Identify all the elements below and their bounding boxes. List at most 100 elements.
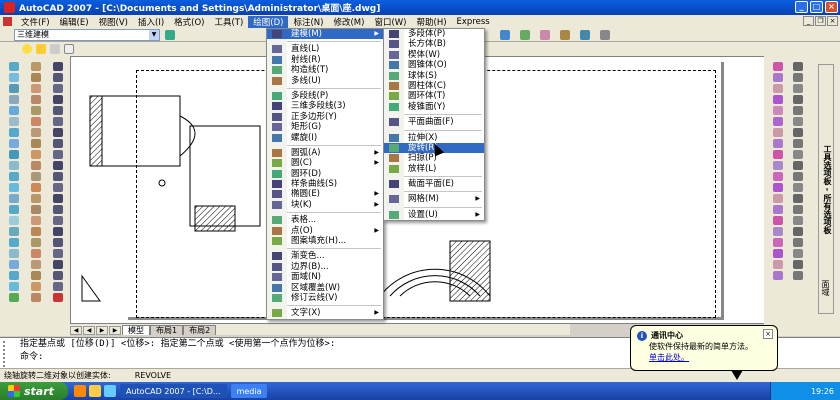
tab-layout2[interactable]: 布局2 (183, 325, 217, 335)
palette-tool-icon[interactable] (793, 161, 803, 170)
solid-icon[interactable] (773, 271, 783, 280)
view-icon[interactable] (9, 194, 19, 203)
solid-icon[interactable] (773, 62, 783, 71)
menu-draw[interactable]: 绘图(D) (248, 15, 289, 28)
palette-tool-icon[interactable] (793, 139, 803, 148)
modify-icon[interactable] (31, 84, 41, 93)
view-icon[interactable] (9, 271, 19, 280)
layer-color-icon[interactable] (64, 44, 74, 54)
draw-menu-item[interactable]: 多线(U) (267, 76, 383, 86)
draw-menu-item[interactable]: 构造线(T) (267, 65, 383, 75)
draw-icon[interactable] (53, 205, 63, 214)
modeling-submenu-item[interactable]: 拉伸(X) (384, 133, 484, 143)
doc-restore-button[interactable]: ❐ (815, 16, 826, 26)
draw-icon[interactable] (53, 260, 63, 269)
autocad-app-icon[interactable] (4, 2, 15, 13)
solid-icon[interactable] (773, 139, 783, 148)
view-icon[interactable] (9, 128, 19, 137)
palette-tool-icon[interactable] (793, 117, 803, 126)
view-icon[interactable] (9, 139, 19, 148)
draw-icon[interactable] (53, 293, 63, 302)
draw-icon[interactable] (53, 161, 63, 170)
palette-tool-icon[interactable] (793, 205, 803, 214)
modeling-submenu-item[interactable]: 设置(U) ▶ (384, 210, 484, 220)
modify-icon[interactable] (31, 238, 41, 247)
browser-icon[interactable] (74, 385, 86, 397)
modeling-submenu-item[interactable]: 圆锥体(O) (384, 60, 484, 70)
menu-window[interactable]: 窗口(W) (369, 16, 411, 28)
palette-tool-icon[interactable] (793, 106, 803, 115)
draw-icon[interactable] (53, 117, 63, 126)
draw-icon[interactable] (53, 249, 63, 258)
chevron-down-icon[interactable]: ▼ (149, 30, 159, 40)
menu-modify[interactable]: 修改(M) (328, 16, 369, 28)
draw-icon[interactable] (53, 238, 63, 247)
draw-menu-item[interactable]: 修订云线(V) (267, 293, 383, 303)
draw-menu-item[interactable]: 文字(X) ▶ (267, 308, 383, 318)
modeling-submenu-item[interactable]: 截面平面(E) (384, 179, 484, 189)
solid-icon[interactable] (773, 84, 783, 93)
modify-icon[interactable] (31, 117, 41, 126)
modify-icon[interactable] (31, 139, 41, 148)
draw-menu-item[interactable]: 块(K) ▶ (267, 200, 383, 210)
view-icon[interactable] (9, 293, 19, 302)
solid-icon[interactable] (773, 95, 783, 104)
palette-tool-icon[interactable] (793, 95, 803, 104)
modify-icon[interactable] (31, 282, 41, 291)
view-icon[interactable] (9, 73, 19, 82)
palette-tool-icon[interactable] (793, 183, 803, 192)
draw-menu-item[interactable]: 面域(N) (267, 272, 383, 282)
solid-icon[interactable] (773, 73, 783, 82)
view-icon[interactable] (9, 117, 19, 126)
modeling-submenu-item[interactable]: 圆环体(T) (384, 91, 484, 101)
modify-icon[interactable] (31, 161, 41, 170)
menu-edit[interactable]: 编辑(E) (55, 16, 94, 28)
view-icon[interactable] (9, 227, 19, 236)
modify-icon[interactable] (31, 194, 41, 203)
menu-insert[interactable]: 插入(I) (133, 16, 169, 28)
command-line-grip[interactable] (3, 341, 11, 367)
modify-icon[interactable] (31, 205, 41, 214)
view-icon[interactable] (9, 205, 19, 214)
draw-icon[interactable] (53, 194, 63, 203)
view-icon[interactable] (9, 172, 19, 181)
doc-minimize-button[interactable]: _ (803, 16, 814, 26)
modify-icon[interactable] (31, 95, 41, 104)
palette-tool-icon[interactable] (793, 227, 803, 236)
solid-icon[interactable] (773, 150, 783, 159)
folder-icon[interactable] (89, 385, 101, 397)
view-icon[interactable] (9, 150, 19, 159)
menu-tools[interactable]: 工具(T) (209, 16, 248, 28)
view-icon[interactable] (9, 161, 19, 170)
modify-icon[interactable] (31, 249, 41, 258)
solid-icon[interactable] (773, 249, 783, 258)
modeling-submenu-item[interactable]: 长方体(B) (384, 39, 484, 49)
modify-icon[interactable] (31, 227, 41, 236)
solid-icon[interactable] (773, 238, 783, 247)
solid-icon[interactable] (773, 205, 783, 214)
palette-tool-icon[interactable] (793, 150, 803, 159)
taskbar-task-media[interactable]: media (230, 384, 268, 398)
zoom-icon[interactable] (500, 30, 510, 40)
draw-menu-item[interactable]: 点(O) ▶ (267, 226, 383, 236)
palette-tool-icon[interactable] (793, 172, 803, 181)
maximize-button[interactable]: □ (810, 1, 823, 13)
solid-icon[interactable] (773, 172, 783, 181)
modify-icon[interactable] (31, 271, 41, 280)
layer-lock-icon[interactable] (50, 44, 60, 54)
doc-close-button[interactable]: × (827, 16, 838, 26)
modeling-submenu-item[interactable]: 网格(M) ▶ (384, 194, 484, 204)
menu-format[interactable]: 格式(O) (169, 16, 209, 28)
draw-menu-item[interactable]: 正多边形(Y) (267, 112, 383, 122)
draw-menu-item[interactable]: 样条曲线(S) (267, 179, 383, 189)
design-center-icon[interactable] (540, 30, 550, 40)
menu-view[interactable]: 视图(V) (94, 16, 133, 28)
draw-menu-item[interactable]: 区域覆盖(W) (267, 283, 383, 293)
view-icon[interactable] (9, 106, 19, 115)
tab-layout1[interactable]: 布局1 (150, 325, 184, 335)
menu-file[interactable]: 文件(F) (16, 16, 55, 28)
modify-icon[interactable] (31, 293, 41, 302)
balloon-close-button[interactable]: × (763, 329, 773, 339)
menu-dimension[interactable]: 标注(N) (288, 16, 328, 28)
draw-line-icon[interactable] (53, 62, 63, 71)
